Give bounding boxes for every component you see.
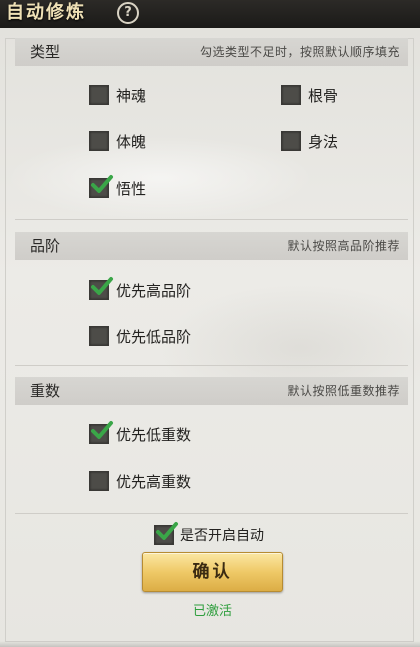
option-prefer-low-layer[interactable]: 优先低重数	[89, 421, 192, 445]
option-tipo[interactable]: 体魄	[89, 130, 146, 152]
checkbox[interactable]	[281, 85, 301, 105]
option-label: 优先低重数	[116, 425, 192, 444]
checkbox[interactable]	[89, 85, 109, 105]
section-header-layers: 重数 默认按照低重数推荐	[15, 377, 408, 405]
section-divider	[15, 219, 408, 220]
section-divider	[15, 365, 408, 366]
checkbox[interactable]	[89, 131, 109, 151]
option-label: 悟性	[116, 179, 147, 198]
checkbox[interactable]	[89, 421, 113, 444]
option-label: 身法	[308, 132, 339, 151]
help-icon[interactable]: ?	[117, 2, 139, 24]
section-hint-layers: 默认按照低重数推荐	[287, 384, 400, 398]
checkbox[interactable]	[281, 131, 301, 151]
check-icon	[91, 277, 113, 295]
section-header-type: 类型 勾选类型不足时，按照默认顺序填充	[15, 38, 408, 66]
section-title-layers: 重数	[30, 382, 61, 400]
title-bar: 自动修炼 ?	[0, 0, 420, 28]
section-hint-grade: 默认按照高品阶推荐	[287, 239, 400, 253]
section-header-grade: 品阶 默认按照高品阶推荐	[15, 232, 408, 260]
check-icon	[91, 175, 113, 193]
option-label: 优先高重数	[116, 472, 192, 491]
window-title: 自动修炼	[6, 2, 86, 23]
checkbox[interactable]	[154, 522, 178, 545]
confirm-button[interactable]: 确认	[142, 552, 283, 592]
section-hint-type: 勾选类型不足时，按照默认顺序填充	[199, 45, 400, 59]
option-shenhun[interactable]: 神魂	[89, 84, 146, 106]
option-prefer-high-layer[interactable]: 优先高重数	[89, 470, 191, 492]
option-label: 优先高品阶	[116, 281, 192, 300]
checkbox[interactable]	[89, 471, 109, 491]
option-auto-enable[interactable]: 是否开启自动	[154, 522, 264, 546]
auto-enable-label: 是否开启自动	[180, 528, 264, 544]
section-divider	[15, 513, 408, 514]
option-label: 神魂	[116, 86, 147, 105]
check-icon	[91, 421, 113, 439]
checkbox[interactable]	[89, 326, 109, 346]
checkbox[interactable]	[89, 175, 113, 198]
option-gengu[interactable]: 根骨	[281, 84, 338, 106]
option-label: 优先低品阶	[116, 327, 192, 346]
option-label: 体魄	[116, 132, 147, 151]
option-wuxing[interactable]: 悟性	[89, 175, 147, 199]
option-shenfa[interactable]: 身法	[281, 130, 338, 152]
option-prefer-high-grade[interactable]: 优先高品阶	[89, 277, 192, 301]
section-title-type: 类型	[30, 43, 61, 61]
checkbox[interactable]	[89, 277, 113, 300]
check-icon	[156, 522, 178, 540]
option-prefer-low-grade[interactable]: 优先低品阶	[89, 325, 191, 347]
section-title-grade: 品阶	[30, 237, 61, 255]
bottom-edge	[0, 641, 420, 647]
option-label: 根骨	[308, 86, 339, 105]
status-text: 已激活	[192, 604, 232, 619]
